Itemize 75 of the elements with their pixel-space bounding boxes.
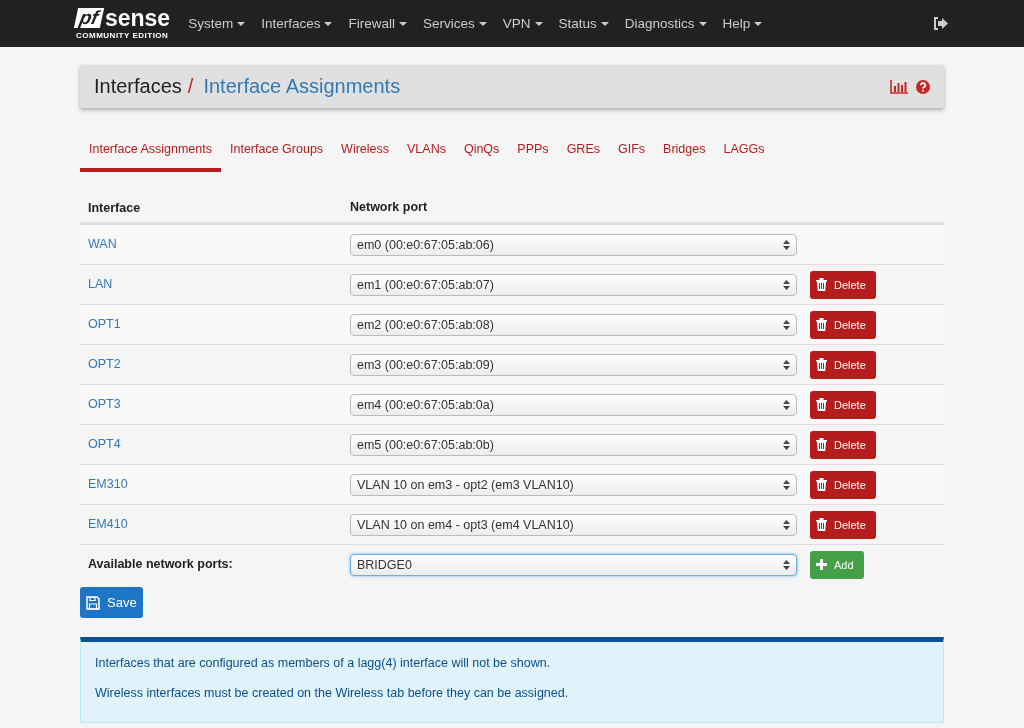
trash-icon	[816, 358, 827, 371]
select-arrows-icon	[783, 279, 790, 290]
nav-menu-item[interactable]: Diagnostics	[624, 16, 707, 31]
info-text: Interfaces that are configured as members of a lagg(4) interface will not be shown.	[95, 656, 552, 670]
trash-icon	[816, 398, 827, 411]
nav-menu-item[interactable]: Help	[722, 16, 763, 31]
delete-button[interactable]: Delete	[810, 310, 876, 339]
column-header: Network port	[350, 200, 428, 214]
available-ports-label: Available network ports:	[88, 557, 233, 571]
tab[interactable]: LAGGs	[714, 131, 774, 172]
port-select[interactable]: VLAN 10 on em3 - opt2 (em3 VLAN10)	[350, 473, 797, 496]
tab[interactable]: Interface Groups	[221, 131, 333, 172]
bar-chart-icon[interactable]	[890, 79, 908, 94]
column-header: Interface	[88, 201, 141, 215]
tab[interactable]: GREs	[557, 131, 609, 172]
logo[interactable]: pf sense	[76, 7, 171, 29]
nav-menu-item[interactable]: System	[188, 16, 246, 31]
breadcrumb-separator: /	[187, 75, 194, 98]
floppy-disk-icon	[86, 595, 100, 610]
delete-button[interactable]: Delete	[810, 270, 876, 299]
port-select[interactable]: VLAN 10 on em4 - opt3 (em4 VLAN10)	[350, 513, 797, 536]
plus-icon	[816, 559, 827, 570]
trash-icon	[816, 278, 827, 291]
save-button[interactable]: Save	[80, 587, 143, 618]
interface-link[interactable]: EM310	[88, 477, 128, 491]
port-select[interactable]: em0 (00:e0:67:05:ab:06)	[350, 233, 797, 256]
select-arrows-icon	[783, 519, 790, 530]
select-arrows-icon	[783, 439, 790, 450]
tab[interactable]: VLANs	[398, 131, 455, 172]
port-select[interactable]: em2 (00:e0:67:05:ab:08)	[350, 313, 797, 336]
tab[interactable]: Wireless	[332, 131, 398, 172]
port-select[interactable]: em4 (00:e0:67:05:ab:0a)	[350, 393, 797, 416]
nav-menu-item[interactable]: Services	[422, 16, 487, 31]
select-arrows-icon	[783, 559, 790, 570]
nav-menu-item[interactable]: Firewall	[348, 16, 407, 31]
nav-menu-item[interactable]: VPN	[502, 16, 543, 31]
select-arrows-icon	[783, 479, 790, 490]
delete-button[interactable]: Delete	[810, 430, 876, 459]
tab[interactable]: Bridges	[654, 131, 715, 172]
trash-icon	[816, 318, 827, 331]
nav-menu-item[interactable]: Interfaces	[261, 16, 333, 31]
tab[interactable]: PPPs	[508, 131, 558, 172]
interface-link[interactable]: LAN	[88, 277, 113, 291]
trash-icon	[816, 478, 827, 491]
select-arrows-icon	[783, 319, 790, 330]
breadcrumb-current[interactable]: Interface Assignments	[203, 75, 401, 98]
delete-button[interactable]: Delete	[810, 350, 876, 379]
select-arrows-icon	[783, 399, 790, 410]
info-text: Wireless interfaces must be created on the Wireless tab before they can be assigned.	[95, 686, 570, 700]
select-arrows-icon	[783, 359, 790, 370]
port-select[interactable]: em5 (00:e0:67:05:ab:0b)	[350, 433, 797, 456]
delete-button[interactable]: Delete	[810, 470, 876, 499]
interface-link[interactable]: EM410	[88, 517, 128, 531]
port-select[interactable]: em3 (00:e0:67:05:ab:09)	[350, 353, 797, 376]
logout-icon[interactable]	[933, 17, 948, 30]
tab[interactable]: Interface Assignments	[80, 131, 221, 172]
port-select[interactable]: em1 (00:e0:67:05:ab:07)	[350, 273, 797, 296]
delete-button[interactable]: Delete	[810, 510, 876, 539]
tab[interactable]: GIFs	[608, 131, 655, 172]
interface-link[interactable]: OPT2	[88, 357, 121, 371]
delete-button[interactable]: Delete	[810, 390, 876, 419]
port-select[interactable]: BRIDGE0	[350, 553, 797, 576]
trash-icon	[816, 438, 827, 451]
interface-link[interactable]: OPT4	[88, 437, 121, 451]
breadcrumb-parent: Interfaces	[94, 75, 182, 98]
help-icon[interactable]	[916, 79, 930, 94]
interface-link[interactable]: OPT3	[88, 397, 121, 411]
interface-link[interactable]: OPT1	[88, 317, 121, 331]
logo-subtitle: COMMUNITY EDITION	[76, 31, 169, 40]
select-arrows-icon	[783, 239, 790, 250]
add-button[interactable]: Add	[810, 550, 864, 579]
trash-icon	[816, 518, 827, 531]
nav-menu-item[interactable]: Status	[558, 16, 609, 31]
interface-link[interactable]: WAN	[88, 237, 117, 251]
tab[interactable]: QinQs	[454, 131, 509, 172]
